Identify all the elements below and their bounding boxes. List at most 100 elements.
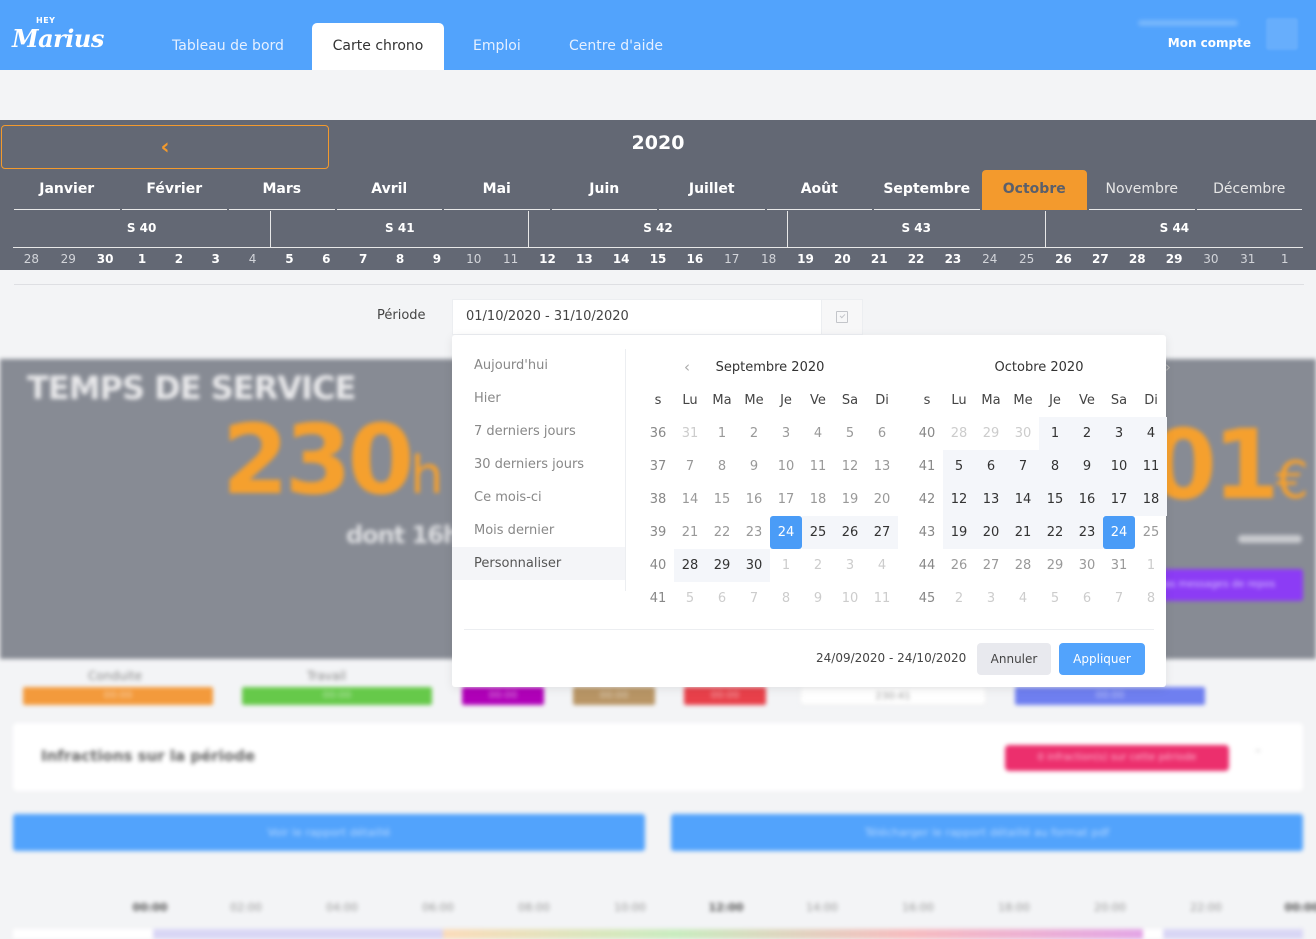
calendar-day[interactable]: 29 — [1039, 549, 1071, 582]
periode-input[interactable]: 01/10/2020 - 31/10/2020 — [452, 299, 822, 335]
calendar-day[interactable]: 17 — [1103, 483, 1135, 516]
day-cell[interactable]: 28 — [1119, 248, 1156, 270]
calendar-day[interactable]: 6 — [1071, 582, 1103, 615]
day-cell[interactable]: 17 — [713, 248, 750, 270]
month-11[interactable]: Décembre — [1196, 170, 1302, 210]
account-link[interactable]: Mon compte — [1168, 36, 1251, 50]
calendar-day[interactable]: 8 — [1039, 450, 1071, 483]
calendar-day[interactable]: 27 — [866, 516, 898, 549]
month-5[interactable]: Juin — [551, 170, 657, 210]
range-option[interactable]: Aujourd'hui — [452, 349, 625, 382]
calendar-day[interactable]: 16 — [1071, 483, 1103, 516]
day-cell[interactable]: 4 — [234, 248, 271, 270]
calendar-day[interactable]: 30 — [1007, 417, 1039, 450]
week-cell[interactable]: S 40 — [13, 211, 272, 248]
calendar-day[interactable]: 26 — [943, 549, 975, 582]
calendar-day[interactable]: 5 — [1039, 582, 1071, 615]
day-cell[interactable]: 7 — [345, 248, 382, 270]
calendar-day[interactable]: 20 — [866, 483, 898, 516]
calendar-day[interactable]: 3 — [1103, 417, 1135, 450]
day-cell[interactable]: 1 — [124, 248, 161, 270]
calendar-day[interactable]: 10 — [1103, 450, 1135, 483]
calendar-day[interactable]: 29 — [975, 417, 1007, 450]
chevron-right-icon[interactable]: › — [1165, 351, 1171, 384]
tab-carte-chrono[interactable]: Carte chrono — [312, 23, 444, 70]
calendar-day[interactable]: 7 — [674, 450, 706, 483]
month-2[interactable]: Mars — [229, 170, 335, 210]
calendar-day[interactable]: 11 — [802, 450, 834, 483]
calendar-day[interactable]: 3 — [770, 417, 802, 450]
day-cell[interactable]: 29 — [50, 248, 87, 270]
month-1[interactable]: Février — [121, 170, 227, 210]
range-option[interactable]: Hier — [452, 382, 625, 415]
calendar-day[interactable]: 3 — [975, 582, 1007, 615]
calendar-day[interactable]: 21 — [1007, 516, 1039, 549]
chevron-left-icon[interactable]: ‹ — [684, 351, 690, 384]
calendar-day[interactable]: 14 — [674, 483, 706, 516]
day-cell[interactable]: 2 — [160, 248, 197, 270]
calendar-day[interactable]: 31 — [1103, 549, 1135, 582]
calendar-day[interactable]: 29 — [706, 549, 738, 582]
week-cell[interactable]: S 43 — [787, 211, 1046, 248]
chevron-up-icon[interactable]: ⌃ — [1253, 747, 1263, 761]
calendar-day[interactable]: 9 — [802, 582, 834, 615]
day-cell[interactable]: 12 — [529, 248, 566, 270]
month-10[interactable]: Novembre — [1089, 170, 1195, 210]
week-cell[interactable]: S 41 — [271, 211, 530, 248]
calendar-day[interactable]: 6 — [866, 417, 898, 450]
month-8[interactable]: Septembre — [874, 170, 980, 210]
calendar-day[interactable]: 18 — [802, 483, 834, 516]
apply-button[interactable]: Appliquer — [1059, 643, 1145, 675]
tab-tableau-de-bord[interactable]: Tableau de bord — [152, 23, 304, 70]
calendar-day[interactable]: 18 — [1135, 483, 1167, 516]
calendar-day[interactable]: 13 — [975, 483, 1007, 516]
day-cell[interactable]: 26 — [1045, 248, 1082, 270]
day-cell[interactable]: 14 — [603, 248, 640, 270]
day-cell[interactable]: 9 — [418, 248, 455, 270]
view-report-button[interactable]: Voir le rapport détaillé — [13, 814, 645, 851]
calendar-day[interactable]: 19 — [834, 483, 866, 516]
day-cell[interactable]: 27 — [1082, 248, 1119, 270]
day-cell[interactable]: 13 — [566, 248, 603, 270]
range-option[interactable]: Mois dernier — [452, 514, 625, 547]
calendar-day[interactable]: 30 — [1071, 549, 1103, 582]
calendar-day[interactable]: 31 — [674, 417, 706, 450]
calendar-day[interactable]: 27 — [975, 549, 1007, 582]
logo[interactable]: HEY Marius — [12, 14, 104, 56]
day-cell[interactable]: 8 — [382, 248, 419, 270]
cancel-button[interactable]: Annuler — [977, 643, 1051, 675]
download-report-button[interactable]: Télécharger le rapport détaillé au forma… — [671, 814, 1303, 851]
month-4[interactable]: Mai — [444, 170, 550, 210]
day-cell[interactable]: 30 — [1193, 248, 1230, 270]
calendar-day[interactable]: 10 — [834, 582, 866, 615]
calendar-day[interactable]: 28 — [1007, 549, 1039, 582]
range-option[interactable]: 7 derniers jours — [452, 415, 625, 448]
day-cell[interactable]: 1 — [1266, 248, 1303, 270]
calendar-day[interactable]: 16 — [738, 483, 770, 516]
calendar-day[interactable]: 2 — [1071, 417, 1103, 450]
range-option[interactable]: 30 derniers jours — [452, 448, 625, 481]
day-cell[interactable]: 10 — [455, 248, 492, 270]
calendar-day[interactable]: 12 — [943, 483, 975, 516]
day-cell[interactable]: 22 — [898, 248, 935, 270]
calendar-day[interactable]: 28 — [674, 549, 706, 582]
calendar-day[interactable]: 9 — [1071, 450, 1103, 483]
calendar-day[interactable]: 3 — [834, 549, 866, 582]
calendar-day[interactable]: 6 — [706, 582, 738, 615]
calendar-button[interactable] — [821, 299, 863, 335]
calendar-day[interactable]: 19 — [943, 516, 975, 549]
calendar-day[interactable]: 8 — [1135, 582, 1167, 615]
calendar-day[interactable]: 22 — [1039, 516, 1071, 549]
month-9[interactable]: Octobre — [981, 170, 1087, 210]
calendar-day[interactable]: 7 — [1007, 450, 1039, 483]
calendar-day[interactable]: 1 — [1135, 549, 1167, 582]
calendar-day[interactable]: 8 — [770, 582, 802, 615]
tab-centre-aide[interactable]: Centre d'aide — [549, 23, 683, 70]
day-cell[interactable]: 31 — [1229, 248, 1266, 270]
infractions-panel[interactable]: Infractions sur la période 0 infraction(… — [13, 723, 1303, 791]
calendar-day[interactable]: 15 — [1039, 483, 1071, 516]
day-cell[interactable]: 21 — [861, 248, 898, 270]
day-cell[interactable]: 30 — [87, 248, 124, 270]
calendar-day[interactable]: 28 — [943, 417, 975, 450]
calendar-day[interactable]: 2 — [943, 582, 975, 615]
